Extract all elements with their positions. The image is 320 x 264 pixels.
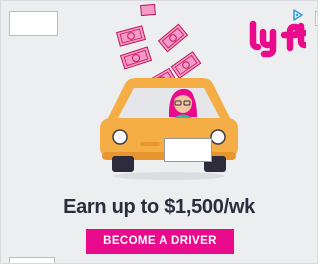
lyft-logo [249, 20, 306, 58]
ad-banner[interactable]: Earn up to $1,500/wk BECOME A DRIVER [0, 0, 318, 264]
placeholder-box [315, 11, 318, 26]
placeholder-box [9, 11, 58, 36]
headline: Earn up to $1,500/wk [63, 196, 255, 218]
become-driver-button[interactable]: BECOME A DRIVER [86, 229, 234, 254]
license-plate [164, 138, 212, 162]
placeholder-box [9, 257, 55, 264]
